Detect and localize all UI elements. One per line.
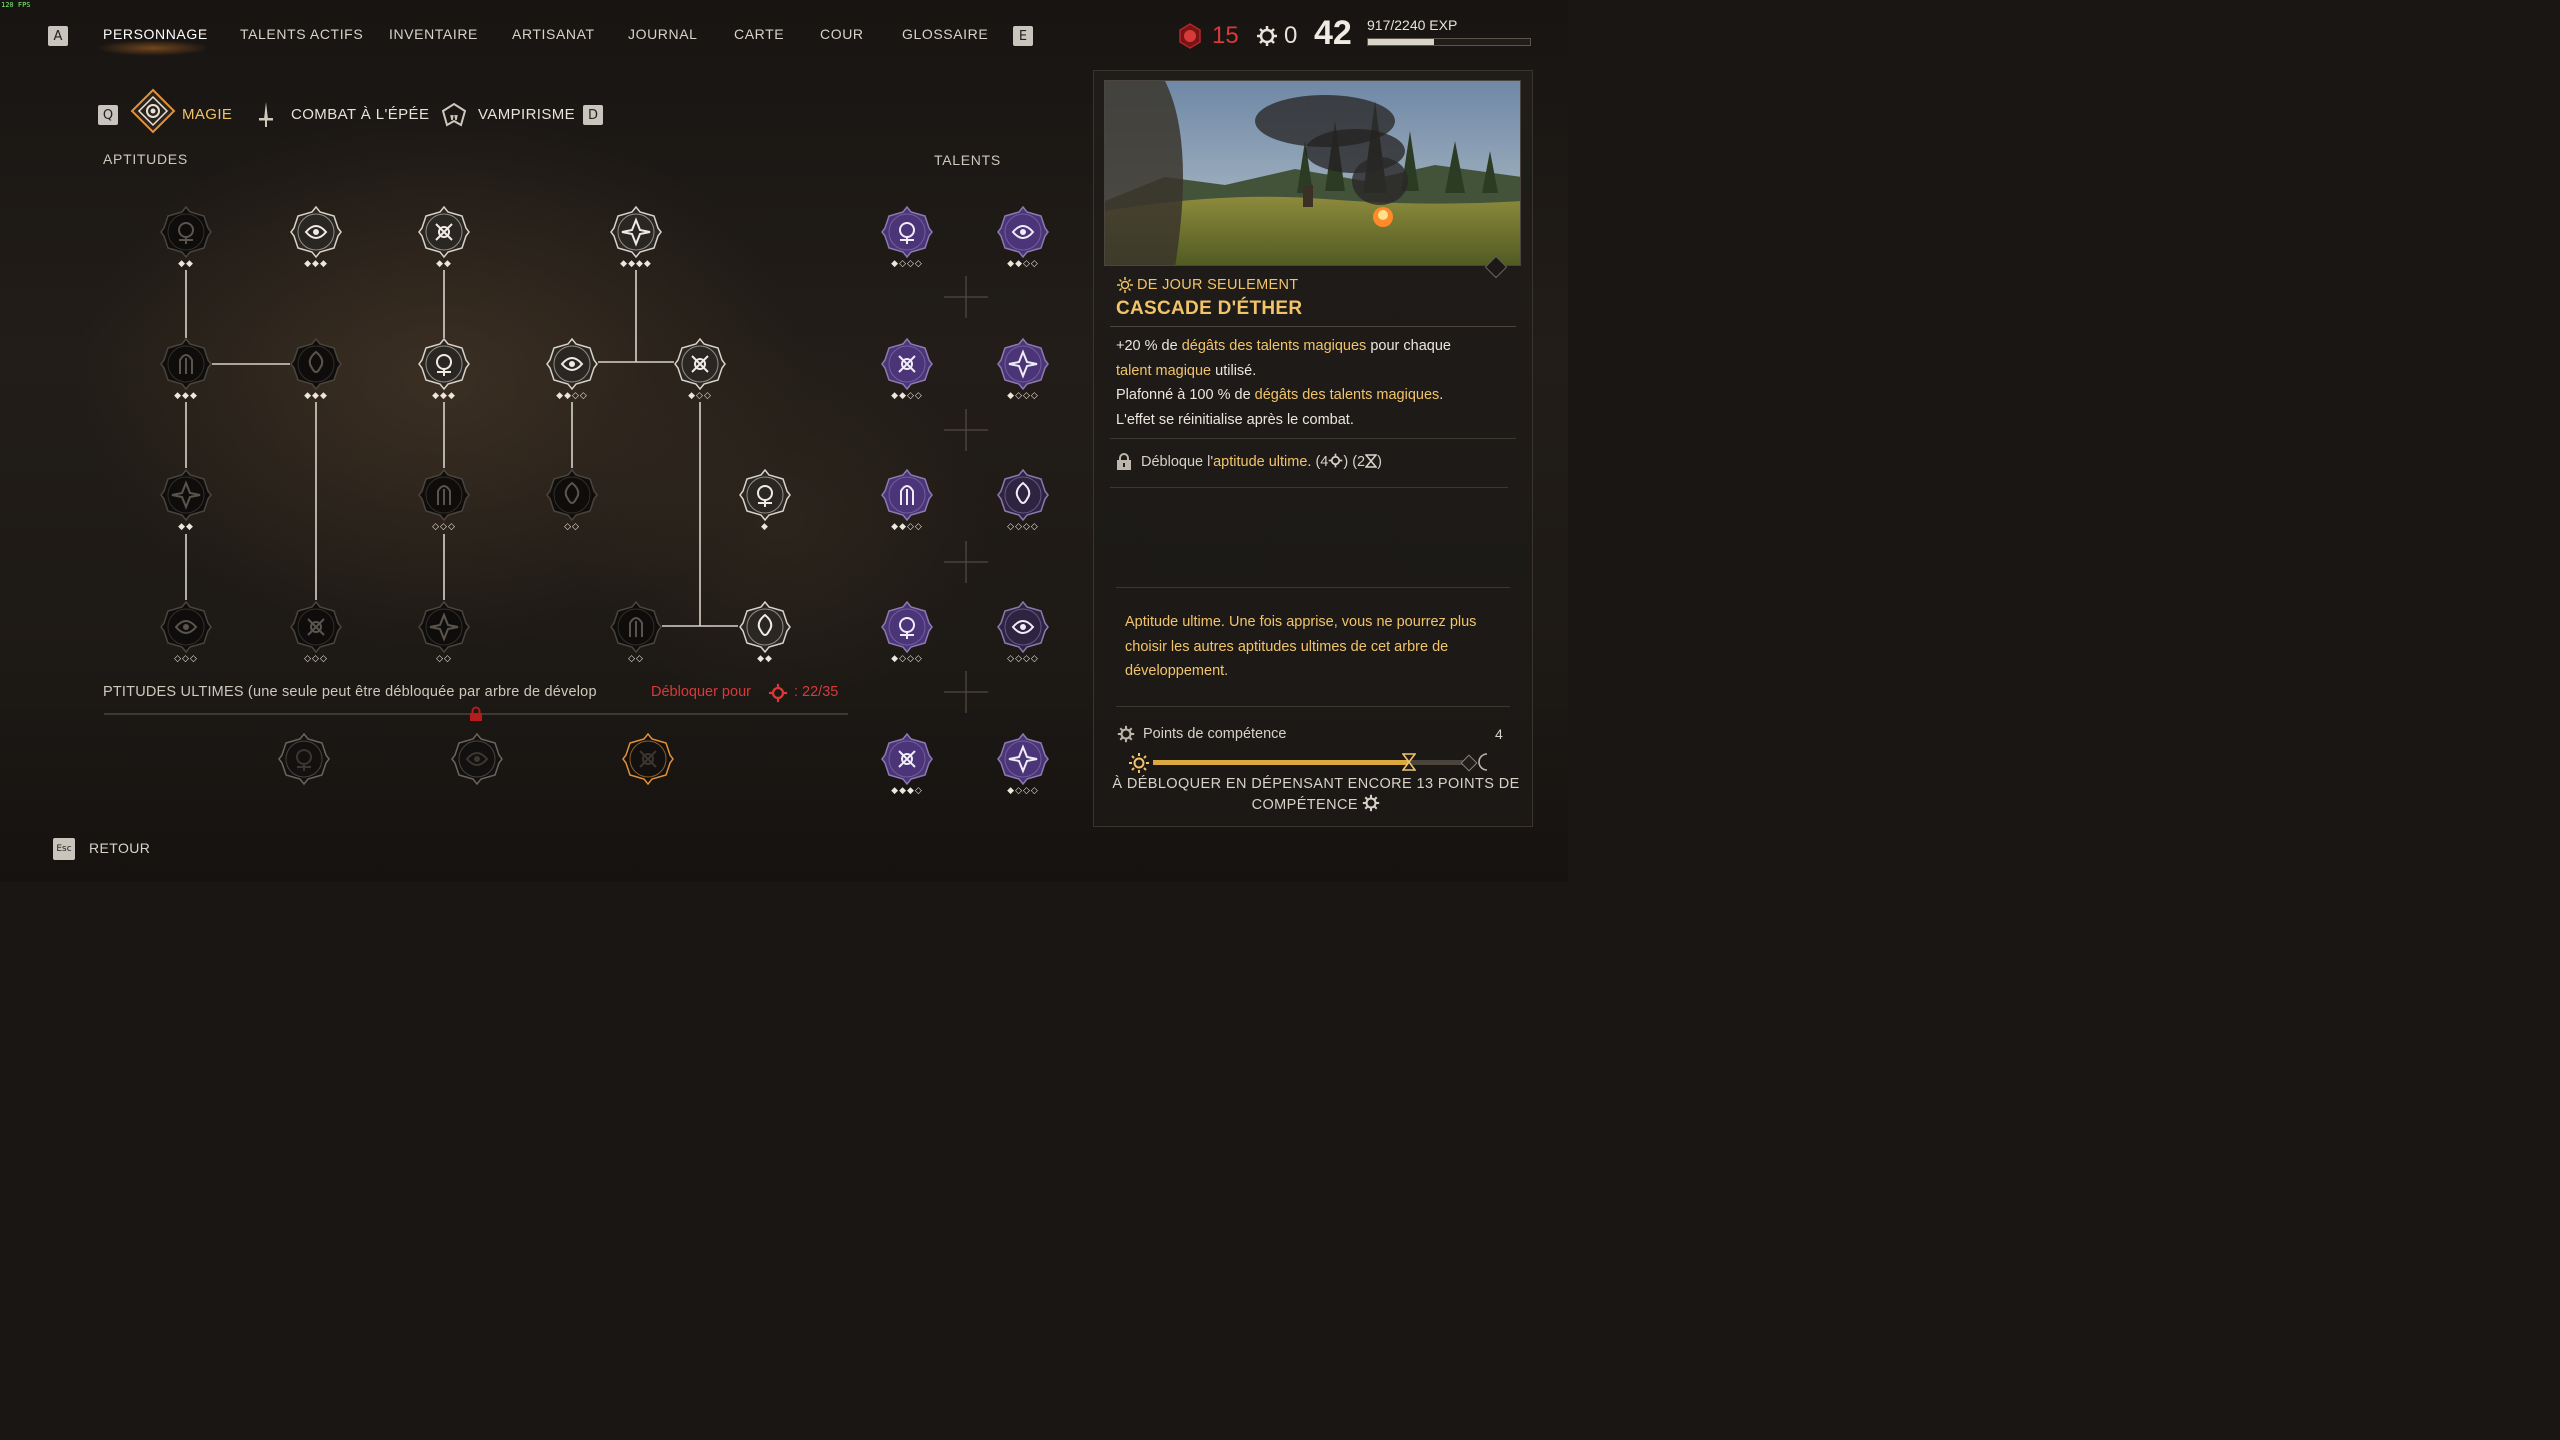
empty-separator — [1116, 587, 1510, 588]
req-skill-icon — [1328, 453, 1343, 472]
watching-eye-rank-dots: ◇◇◇ — [432, 521, 456, 531]
locked-icon — [1116, 453, 1132, 471]
mortar-icon[interactable] — [160, 338, 212, 390]
burning-skull-rank-dots: ◆◆ — [757, 653, 773, 663]
skill-points-bar-fill — [1153, 760, 1409, 765]
skull-crossbones-icon[interactable] — [546, 338, 598, 390]
totem-icon[interactable] — [160, 469, 212, 521]
radiant-eye-rank-dots: ◆◆◆ — [304, 258, 328, 268]
dragon-rune-icon[interactable] — [278, 733, 330, 785]
ability-tag: DE JOUR SEULEMENT — [1137, 277, 1299, 293]
cross-spark-icon[interactable] — [674, 338, 726, 390]
desc-line-4: L'effet se réinitialise après le combat. — [1116, 411, 1354, 428]
rune-stone-icon[interactable] — [997, 206, 1049, 258]
desc-separator — [1110, 438, 1516, 439]
bat-wings-icon[interactable] — [997, 469, 1049, 521]
ultimate-unlock-skill-icon — [768, 683, 788, 703]
shadow-crown-icon[interactable] — [451, 733, 503, 785]
ankh-lock-icon[interactable] — [418, 338, 470, 390]
crossed-tools-rank-dots: ◆◆◆ — [304, 390, 328, 400]
ability-title: CASCADE D'ÉTHER — [1116, 298, 1303, 319]
serpent-icon[interactable] — [881, 733, 933, 785]
serpent-rank-dots: ◆◆◆◇ — [891, 785, 923, 795]
spiral-vortex-icon[interactable] — [418, 601, 470, 653]
unlock-requirement: Débloque l'aptitude ultime. (4 ) (2 ) — [1141, 453, 1382, 472]
droplet-rank-dots: ◇◇ — [628, 653, 644, 663]
sun-icon — [1117, 277, 1133, 293]
ether-cascade-icon[interactable] — [622, 733, 674, 785]
tree-root-icon[interactable] — [739, 469, 791, 521]
poison-skull-icon[interactable] — [881, 206, 933, 258]
back-button[interactable]: RETOUR — [89, 840, 150, 856]
desc-line-2: talent magique utilisé. — [1116, 362, 1257, 379]
title-separator — [1110, 326, 1516, 327]
hunter-horn-rank-dots: ◇◇◇ — [304, 653, 328, 663]
day-sun-icon — [1128, 752, 1150, 774]
skill-point-icon-panel — [1117, 725, 1135, 743]
ultimate-unlock-label: Débloquer pour — [651, 684, 751, 700]
glowing-palm-rank-dots: ◆◇◇◇ — [891, 653, 923, 663]
star-burst-icon[interactable] — [997, 338, 1049, 390]
chalice-icon[interactable] — [160, 601, 212, 653]
bat-wings-rank-dots: ◇◇◇◇ — [1007, 521, 1039, 531]
eye-hand-icon[interactable] — [610, 206, 662, 258]
tree-sigil-icon[interactable] — [997, 601, 1049, 653]
desc-line-3: Plafonné à 100 % de dégâts des talents m… — [1116, 387, 1444, 403]
shield-swirl-icon[interactable] — [418, 206, 470, 258]
ability-description: +20 % de dégâts des talents magiques pou… — [1116, 334, 1451, 432]
totem-rank-dots: ◆◆ — [178, 521, 194, 531]
ankh-lock-rank-dots: ◆◆◆ — [432, 390, 456, 400]
flame-circle-icon[interactable] — [546, 469, 598, 521]
magic-hand-rank-dots: ◆◆◇◇ — [891, 521, 923, 531]
magic-hand-icon[interactable] — [881, 469, 933, 521]
desc-line-1: +20 % de dégâts des talents magiques pou… — [1116, 338, 1451, 354]
skull-crossbones-rank-dots: ◆◆◇◇ — [556, 390, 588, 400]
ultimate-note: Aptitude ultime. Une fois apprise, vous … — [1125, 614, 1477, 679]
watching-eye-icon[interactable] — [418, 469, 470, 521]
crossed-tools-icon[interactable] — [290, 338, 342, 390]
spiral-vortex-rank-dots: ◇◇ — [436, 653, 452, 663]
rune-stone-rank-dots: ◆◆◇◇ — [1007, 258, 1039, 268]
footer-skill-icon — [1362, 794, 1380, 818]
poison-skull-rank-dots: ◆◇◇◇ — [891, 258, 923, 268]
burning-skull-icon[interactable] — [739, 601, 791, 653]
radiant-eye-icon[interactable] — [290, 206, 342, 258]
droplet-icon[interactable] — [610, 601, 662, 653]
lock-icon — [468, 706, 484, 722]
star-burst-rank-dots: ◆◇◇◇ — [1007, 390, 1039, 400]
fire-burst-icon[interactable] — [881, 338, 933, 390]
note-separator — [1116, 706, 1510, 707]
ultimate-unlock-value: : 22/35 — [794, 684, 839, 700]
hunter-horn-icon[interactable] — [290, 601, 342, 653]
running-figure-icon[interactable] — [997, 733, 1049, 785]
skill-points-bar — [1153, 760, 1465, 765]
eye-hand-rank-dots: ◆◆◆◆ — [620, 258, 652, 268]
hourglass-marker-icon — [1401, 753, 1417, 771]
shield-swirl-rank-dots: ◆◆ — [436, 258, 452, 268]
flame-circle-rank-dots: ◇◇ — [564, 521, 580, 531]
tree-root-rank-dots: ◆ — [761, 521, 769, 531]
skill-points-value: 4 — [1495, 726, 1503, 742]
tree-sigil-rank-dots: ◇◇◇◇ — [1007, 653, 1039, 663]
cross-spark-rank-dots: ◆◇◇ — [688, 390, 712, 400]
dagger-strike-icon[interactable] — [160, 206, 212, 258]
ultimates-title: PTITUDES ULTIMES (une seule peut être dé… — [103, 684, 597, 700]
hourglass-icon — [1364, 454, 1378, 472]
chalice-rank-dots: ◇◇◇ — [174, 653, 198, 663]
skill-points-label: Points de compétence — [1143, 726, 1287, 742]
dagger-strike-rank-dots: ◆◆ — [178, 258, 194, 268]
unlock-separator — [1110, 487, 1508, 488]
night-moon-icon — [1474, 752, 1494, 772]
running-figure-rank-dots: ◆◇◇◇ — [1007, 785, 1039, 795]
glowing-palm-icon[interactable] — [881, 601, 933, 653]
unlock-footer: À DÉBLOQUER EN DÉPENSANT ENCORE 13 POINT… — [1110, 774, 1522, 818]
fire-burst-rank-dots: ◆◆◇◇ — [891, 390, 923, 400]
ability-preview-image — [1104, 80, 1521, 266]
mortar-rank-dots: ◆◆◆ — [174, 390, 198, 400]
escape-key[interactable]: Esc — [53, 838, 75, 860]
